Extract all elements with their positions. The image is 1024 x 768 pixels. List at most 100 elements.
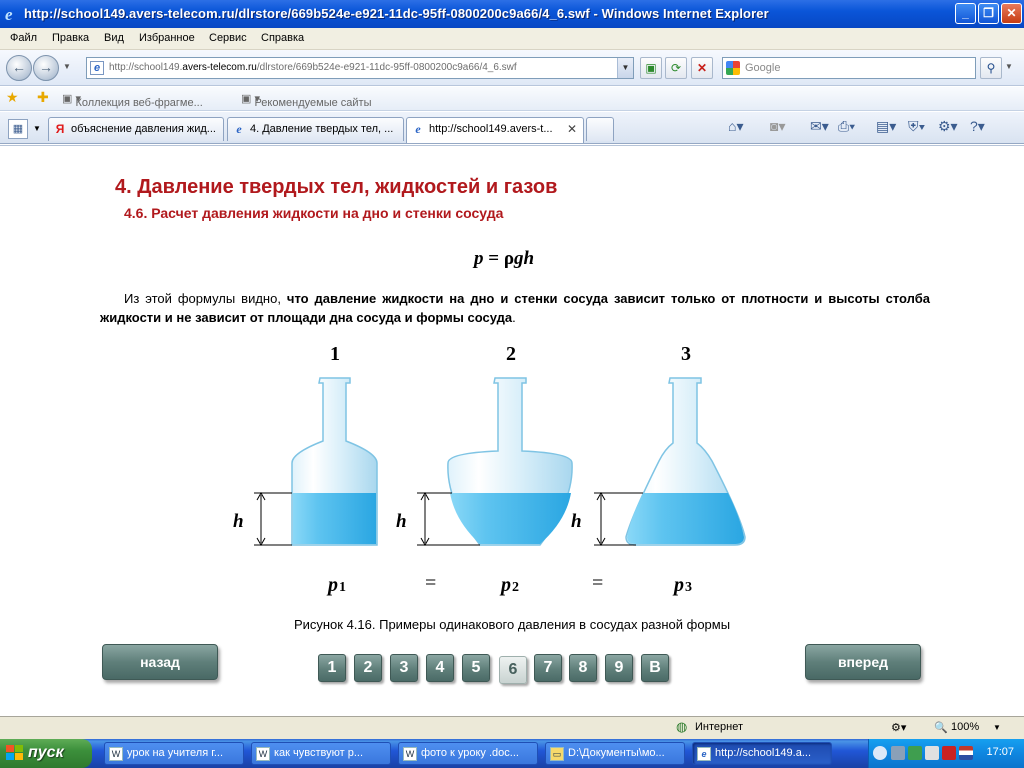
page-button-4[interactable]: 4 — [426, 654, 454, 682]
back-arrow-icon[interactable]: ← — [6, 55, 32, 81]
stop-icon[interactable]: ✕ — [691, 57, 713, 79]
page-button-v[interactable]: В — [641, 654, 669, 682]
taskbar-item-3[interactable]: Wфото к уроку .doc... — [398, 742, 538, 765]
protected-mode-icon[interactable]: ⚙▾ — [891, 721, 906, 734]
tray-antivirus-icon[interactable] — [942, 746, 956, 760]
ie-logo-icon: e — [5, 5, 13, 23]
taskbar-item-1[interactable]: Wурок на учителя г... — [104, 742, 244, 765]
home-icon[interactable]: ⌂▾ — [728, 118, 743, 135]
height-marker-1 — [254, 491, 292, 547]
page-button-3[interactable]: 3 — [390, 654, 418, 682]
tab-label: http://school149.avers-t... — [429, 123, 553, 135]
feeds-icon[interactable]: ◙▾ — [770, 118, 785, 135]
status-bar: ◍ Интернет ⚙▾ 🔍 100% ▼ — [0, 716, 1024, 739]
ie-page-icon: e — [236, 122, 242, 136]
page-menu-icon[interactable]: ▤▾ — [876, 118, 896, 135]
suggested-sites-label: Рекомендуемые сайты — [254, 97, 372, 109]
taskbar-item-label: как чувствуют р... — [274, 747, 364, 759]
page-button-1[interactable]: 1 — [318, 654, 346, 682]
search-input[interactable]: Google — [722, 57, 976, 79]
help-icon[interactable]: ?▾ — [970, 118, 985, 135]
maximize-button[interactable]: ❐ — [978, 3, 999, 24]
start-button[interactable]: пуск — [0, 739, 92, 768]
formula: p = ρgh — [474, 248, 534, 270]
taskbar-item-label: урок на учителя г... — [127, 747, 224, 759]
tray-app-icon[interactable] — [908, 746, 922, 760]
safety-icon[interactable]: ⛨▾ — [908, 118, 925, 135]
page-button-5[interactable]: 5 — [462, 654, 490, 682]
figure-caption: Рисунок 4.16. Примеры одинакового давлен… — [293, 617, 731, 632]
menu-favorites[interactable]: Избранное — [139, 32, 195, 44]
add-favorite-icon[interactable]: ✚ — [37, 89, 49, 106]
clock: 17:07 — [986, 746, 1014, 758]
menu-edit[interactable]: Правка — [52, 32, 89, 44]
refresh-icon[interactable]: ⟳ — [665, 57, 687, 79]
tray-volume-icon[interactable] — [925, 746, 939, 760]
pressure-p3: p — [672, 574, 684, 596]
forward-button[interactable]: вперед — [805, 644, 921, 680]
favorites-star-icon[interactable]: ★ — [6, 89, 19, 106]
height-label-3: h — [571, 511, 582, 532]
height-label-2: h — [396, 511, 407, 532]
windows-flag-icon — [6, 745, 23, 760]
search-icon[interactable]: ⚲ — [980, 57, 1002, 79]
zoom-level[interactable]: 100% — [951, 721, 979, 733]
url-host: avers-telecom.ru — [182, 62, 257, 73]
vessels-figure: 1 2 3 h h h p1 = p2 = p3 — [233, 343, 746, 596]
taskbar-item-2[interactable]: Wкак чувствуют р... — [251, 742, 391, 765]
vessel-number-3: 3 — [681, 343, 691, 365]
suggested-sites-link[interactable]: ▣ Рекомендуемые сайты ▾ — [241, 92, 372, 109]
taskbar-item-label: фото к уроку .doc... — [421, 747, 519, 759]
tab-pressure[interactable]: e 4. Давление твердых тел, ... — [227, 117, 404, 141]
web-slice-gallery-link[interactable]: ▣ Коллекция веб-фрагме... ▾ — [62, 92, 203, 109]
zoom-dropdown-icon[interactable]: ▼ — [993, 723, 1001, 732]
security-zone-label: Интернет — [695, 721, 743, 733]
url-rest: /dlrstore/669b524e-e921-11dc-95ff-080020… — [256, 62, 517, 73]
address-input[interactable]: e http://school149.avers-telecom.ru/dlrs… — [86, 57, 634, 79]
history-dropdown-icon[interactable]: ▼ — [63, 62, 71, 71]
para-end: . — [512, 310, 516, 325]
menu-view[interactable]: Вид — [104, 32, 124, 44]
print-icon[interactable]: ⎙▾ — [838, 118, 855, 135]
page-button-9[interactable]: 9 — [605, 654, 633, 682]
compatibility-icon[interactable]: ▣ — [640, 57, 662, 79]
google-icon — [726, 61, 740, 75]
search-options-icon[interactable]: ▼ — [1005, 62, 1013, 71]
url-prefix: http://school149. — [109, 62, 183, 73]
word-doc-icon: W — [403, 747, 417, 761]
taskbar-item-5[interactable]: e http://school149.a... — [692, 742, 832, 765]
yandex-icon: Я — [55, 122, 65, 136]
page-button-7[interactable]: 7 — [534, 654, 562, 682]
minimize-button[interactable]: _ — [955, 3, 976, 24]
tools-gear-icon[interactable]: ⚙▾ — [938, 118, 958, 135]
taskbar-item-label: D:\Документы\мо... — [568, 747, 665, 759]
close-tab-icon[interactable]: ✕ — [567, 118, 577, 140]
tab-label: объяснение давления жид... — [71, 123, 216, 135]
tray-language-icon[interactable] — [959, 746, 973, 760]
page-title: 4. Давление твердых тел, жидкостей и газ… — [115, 176, 558, 198]
mail-icon[interactable]: ✉▾ — [810, 118, 829, 135]
address-dropdown-icon[interactable]: ▼ — [617, 58, 633, 78]
menu-tools[interactable]: Сервис — [209, 32, 247, 44]
tab-list-icon[interactable]: ▼ — [30, 119, 44, 139]
quick-tabs-icon[interactable]: ▦ — [8, 119, 28, 139]
zoom-icon[interactable]: 🔍 — [934, 721, 948, 734]
new-tab-button[interactable] — [586, 117, 614, 141]
tray-back-icon[interactable] — [873, 746, 887, 760]
menu-file[interactable]: Файл — [10, 32, 37, 44]
word-doc-icon: W — [109, 747, 123, 761]
page-button-6-current[interactable]: 6 — [499, 656, 527, 684]
close-button[interactable]: ✕ — [1001, 3, 1022, 24]
menu-help[interactable]: Справка — [261, 32, 304, 44]
tab-bar: ▦ ▼ Я объяснение давления жид... e 4. Да… — [0, 112, 1024, 144]
tab-school149[interactable]: e http://school149.avers-t... ✕ — [406, 117, 584, 143]
taskbar-item-4[interactable]: ▭ D:\Документы\мо... — [545, 742, 685, 765]
tab-yandex[interactable]: Я объяснение давления жид... — [48, 117, 224, 141]
forward-arrow-icon[interactable]: → — [33, 55, 59, 81]
page-button-2[interactable]: 2 — [354, 654, 382, 682]
vessel-1 — [291, 377, 378, 546]
tray-network-icon[interactable] — [891, 746, 905, 760]
back-button[interactable]: назад — [102, 644, 218, 680]
page-button-8[interactable]: 8 — [569, 654, 597, 682]
vessel-number-2: 2 — [506, 343, 516, 365]
